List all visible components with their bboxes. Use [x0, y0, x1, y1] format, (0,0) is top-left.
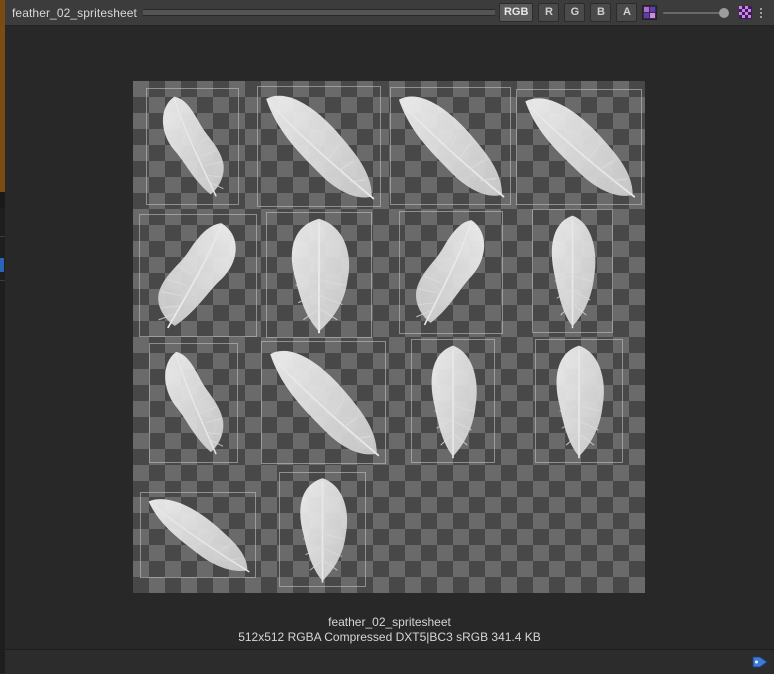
- feather-sprite: [267, 213, 371, 337]
- left-panel-highlight: [0, 0, 5, 192]
- menu-dot: [760, 11, 763, 14]
- menu-dot: [760, 15, 763, 18]
- left-panel-separator: [0, 280, 5, 281]
- texture-format-info: 512x512 RGBA Compressed DXT5|BC3 sRGB 34…: [238, 630, 541, 644]
- feather-sprite: [258, 87, 380, 206]
- feather-sprite: [262, 342, 385, 463]
- feather-sprite: [150, 344, 237, 462]
- feather-sprite: [140, 215, 256, 336]
- sprite-frame: [516, 89, 642, 205]
- more-vertical-icon[interactable]: [759, 7, 763, 18]
- preview-title: feather_02_spritesheet: [12, 5, 137, 20]
- feather-sprite: [280, 473, 365, 586]
- feather-sprite: [412, 340, 494, 462]
- mipmap-icon[interactable]: [642, 5, 658, 20]
- preview-header: feather_02_spritesheet RGB R G B A: [5, 0, 774, 26]
- feather-sprite: [533, 210, 612, 332]
- sprite-frame: [532, 209, 613, 333]
- mip-slider-track: [663, 11, 726, 14]
- channel-r-button[interactable]: R: [538, 3, 560, 22]
- channel-b-button[interactable]: B: [590, 3, 612, 22]
- feather-sprite: [517, 90, 641, 204]
- sprite-frame: [266, 212, 372, 338]
- asset-label-icon[interactable]: [752, 655, 768, 669]
- sprite-frame: [140, 492, 256, 578]
- sprite-frame: [399, 211, 503, 334]
- header-drag-handle[interactable]: [142, 9, 495, 16]
- status-bar: [5, 649, 774, 674]
- alpha-checker-icon[interactable]: [739, 6, 753, 19]
- asset-name-label: feather_02_spritesheet: [328, 615, 451, 629]
- sprite-frame: [279, 472, 366, 587]
- feather-sprite: [536, 340, 622, 462]
- channel-selector: RGB R G B A: [498, 3, 642, 22]
- sprite-frame: [535, 339, 623, 463]
- texture-preview[interactable]: [133, 81, 645, 593]
- feather-sprite: [147, 89, 238, 204]
- mip-level-slider[interactable]: [663, 6, 731, 20]
- sprite-frame: [139, 214, 257, 337]
- left-panel-divider: [0, 192, 5, 208]
- channel-rgb-button[interactable]: RGB: [498, 3, 534, 22]
- sprite-frame: [261, 341, 386, 464]
- sprite-frame: [390, 87, 511, 205]
- feather-sprite: [141, 493, 255, 577]
- sprite-frame: [257, 86, 381, 207]
- channel-a-button[interactable]: A: [616, 3, 638, 22]
- sprite-frame: [146, 88, 239, 205]
- sprite-frame: [411, 339, 495, 463]
- sprite-frame: [149, 343, 238, 463]
- left-panel-separator: [0, 236, 5, 237]
- left-panel-selection[interactable]: [0, 258, 4, 272]
- channel-g-button[interactable]: G: [564, 3, 586, 22]
- mip-slider-thumb[interactable]: [719, 7, 730, 18]
- left-panel-edge: [0, 0, 5, 673]
- feather-sprite: [391, 88, 510, 204]
- feather-sprite: [400, 212, 502, 333]
- menu-dot: [760, 7, 763, 10]
